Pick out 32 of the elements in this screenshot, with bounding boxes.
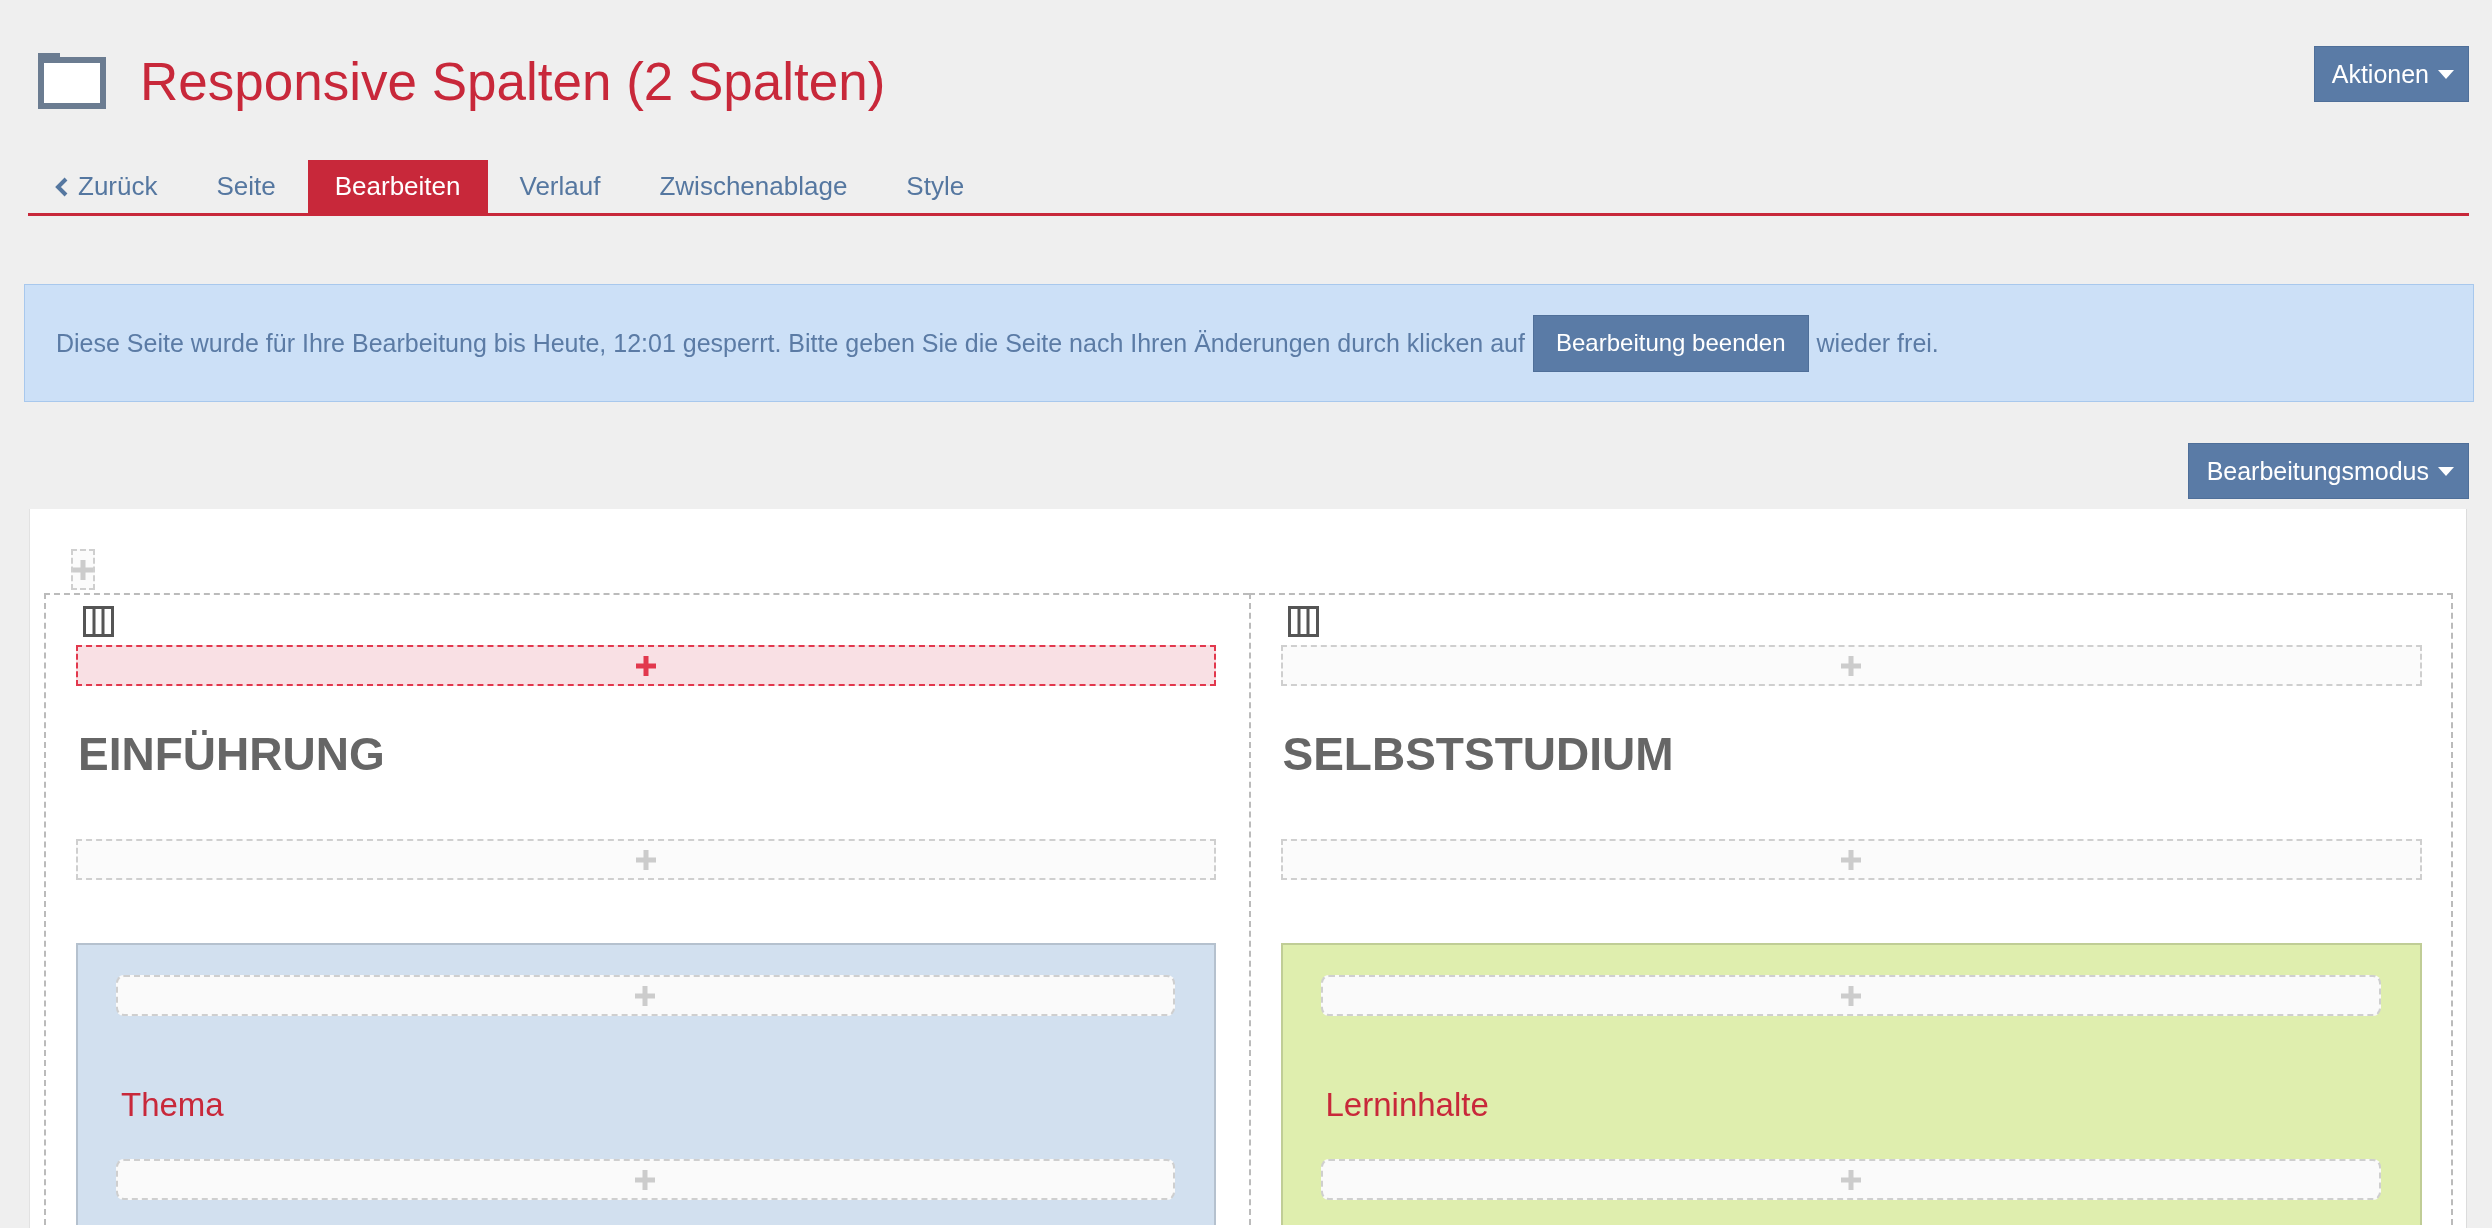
plus-icon [635,985,656,1006]
caret-icon [2438,69,2454,79]
folder-icon [38,53,106,109]
plus-icon [635,655,656,676]
tab[interactable]: Zwischenablage [632,160,875,213]
plus-icon [1840,985,1861,1006]
tab[interactable]: Seite [189,160,303,213]
add-slot[interactable] [76,645,1216,686]
tab[interactable]: Verlauf [492,160,628,213]
plus-icon [635,849,656,870]
edit-mode-button[interactable]: Bearbeitungsmodus [2187,443,2469,499]
panel-title: Lerninhalte [1325,1085,1490,1125]
panel-title: Thema [121,1085,225,1125]
section-heading: SELBSTSTUDIUM [1282,727,1675,782]
plus-icon [1841,655,1862,676]
plus-icon [1841,849,1862,870]
page-title: Responsive Spalten (2 Spalten) [140,51,886,113]
plus-icon [635,1169,656,1190]
tab[interactable]: Style [879,160,992,213]
chevron-left-icon [55,176,68,197]
section-heading: EINFÜHRUNG [78,727,386,782]
tab[interactable]: Bearbeiten [307,160,488,213]
actions-button[interactable]: Aktionen [2313,46,2469,102]
end-editing-button[interactable]: Bearbeitung beenden [1533,314,1809,372]
columns-icon [1287,606,1319,637]
plus-icon [1840,1169,1861,1190]
caret-icon [2438,466,2454,476]
back-link[interactable]: Zurück [28,160,185,213]
columns-icon [83,606,114,637]
notice-text: Diese Seite wurde für Ihre Bearbeitung bis Heute, 12:01 gesperrt. Bitte geben Sie die Seite nach Ihren Änderungen durch klicken auf [56,328,1525,358]
notice-text: wieder frei. [1816,328,1939,358]
plus-icon [73,559,93,580]
